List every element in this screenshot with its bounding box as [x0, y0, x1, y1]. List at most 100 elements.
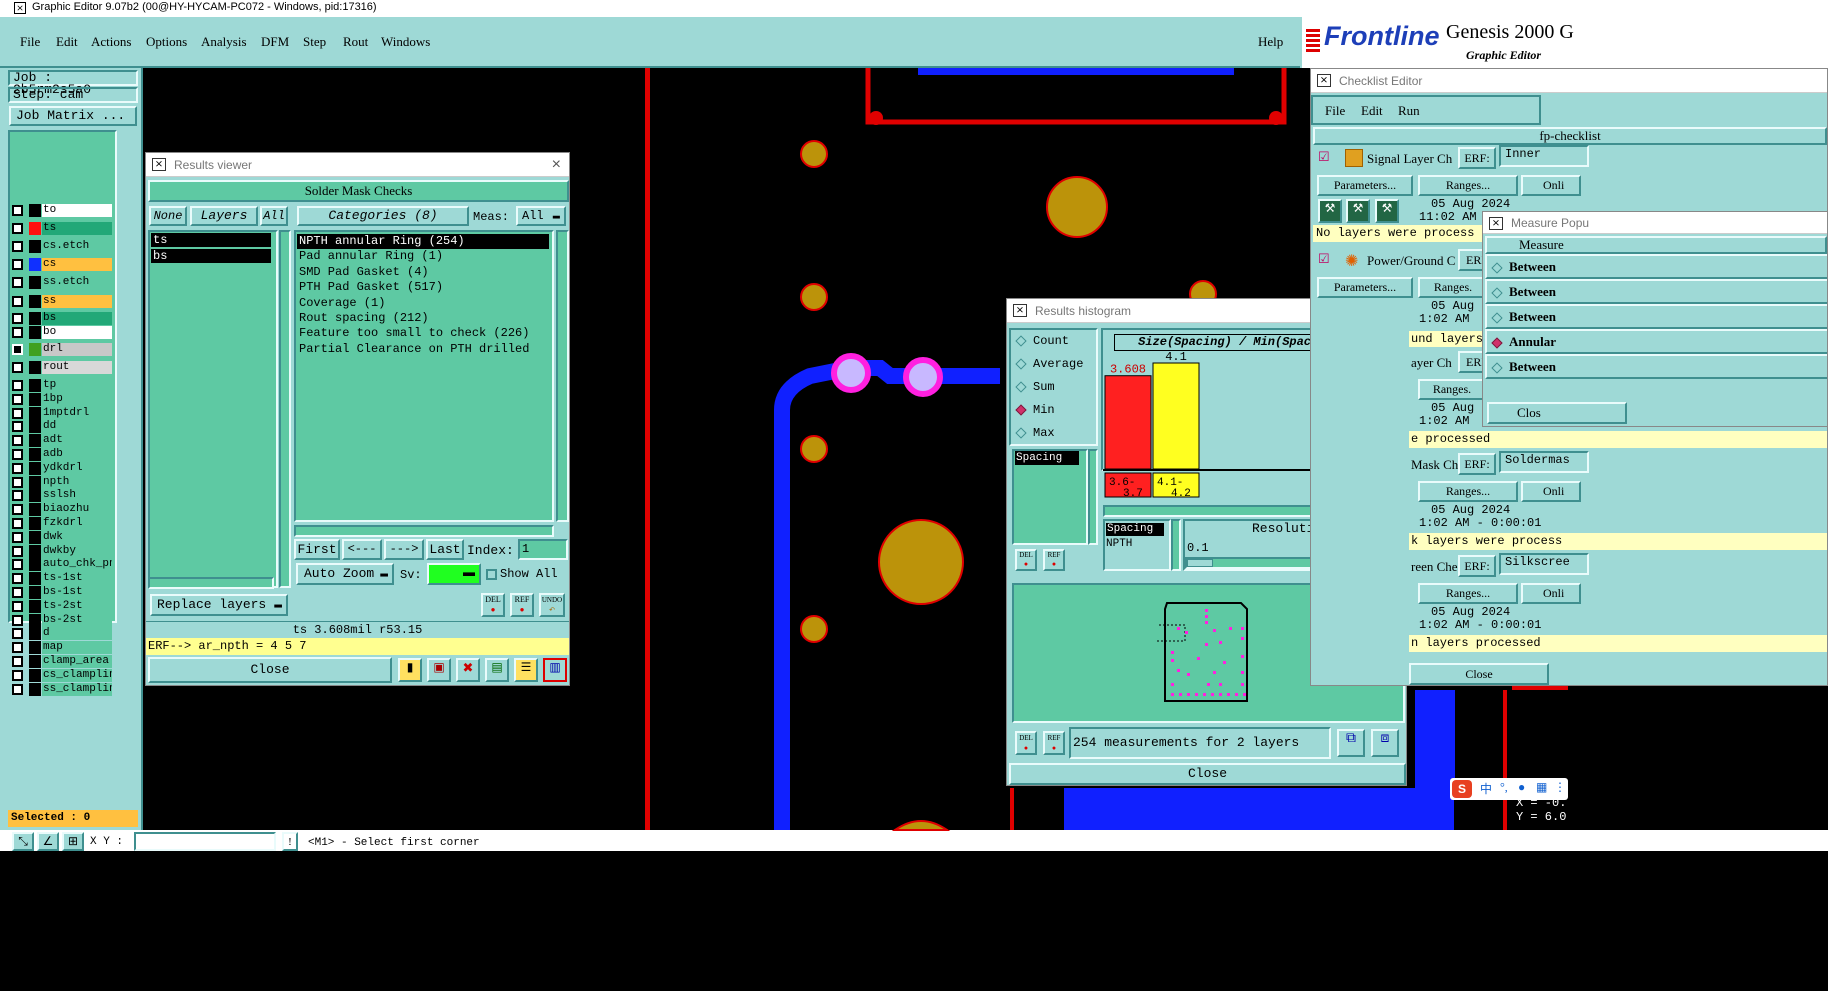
layer-checkbox[interactable]: [12, 277, 23, 288]
menu-options[interactable]: Options: [146, 34, 187, 50]
layer-row-map[interactable]: map: [12, 641, 112, 655]
layer-checkbox[interactable]: [12, 614, 23, 626]
measure-option[interactable]: Annular: [1485, 329, 1827, 354]
run-icon[interactable]: ⚒: [1318, 199, 1342, 223]
layer-checkbox[interactable]: [12, 587, 23, 598]
layer-color-swatch[interactable]: [29, 517, 41, 530]
checkbox-checked-icon[interactable]: ☑: [1318, 251, 1330, 267]
layer-checkbox[interactable]: [12, 642, 23, 654]
layer-checkbox[interactable]: [12, 241, 23, 252]
spacing-type-vscroll[interactable]: [1171, 519, 1181, 571]
layer-color-swatch[interactable]: [29, 295, 41, 308]
ranges-button[interactable]: Ranges...: [1418, 583, 1518, 604]
xy-input[interactable]: [134, 832, 276, 851]
layer-row-ts-1st[interactable]: ts-1st: [12, 572, 112, 586]
spacing-list-item[interactable]: Spacing: [1015, 451, 1079, 465]
ime-lang[interactable]: 中: [1480, 780, 1492, 797]
histogram-close-button[interactable]: Close: [1009, 763, 1406, 785]
slider-handle[interactable]: [1187, 559, 1213, 567]
preview-del-button[interactable]: DEL ●: [1015, 731, 1037, 755]
layer-checkbox[interactable]: [12, 223, 23, 234]
layer-checkbox[interactable]: [12, 490, 23, 502]
alert-button[interactable]: !: [282, 832, 298, 851]
sv-color-dropdown[interactable]: ▬: [427, 563, 481, 585]
layer-color-swatch[interactable]: [29, 361, 41, 374]
meas-dropdown[interactable]: All ▬: [516, 206, 566, 226]
layer-checkbox[interactable]: [12, 518, 23, 529]
last-button[interactable]: Last: [426, 539, 464, 560]
layer-row-cs.etch[interactable]: cs.etch: [12, 240, 112, 253]
ranges-button[interactable]: Ranges.: [1418, 379, 1486, 400]
radio-icon[interactable]: [1491, 262, 1503, 274]
layer-color-swatch[interactable]: [29, 668, 41, 682]
menu-actions[interactable]: Actions: [91, 34, 131, 50]
more-icon[interactable]: ⋮: [1554, 780, 1566, 795]
layer-row-ts-2st[interactable]: ts-2st: [12, 599, 112, 613]
measure-option[interactable]: Between: [1485, 279, 1827, 304]
layer-row-adt[interactable]: adt: [12, 434, 112, 448]
tool-list-button[interactable]: ☰: [514, 658, 538, 682]
stat-option-max[interactable]: Max: [1015, 424, 1083, 447]
layer-checkbox[interactable]: [12, 380, 23, 391]
layer-checkbox[interactable]: [12, 393, 23, 405]
tool-highlight-button[interactable]: ▮: [398, 658, 422, 682]
category-item[interactable]: Partial Clearance on PTH drilled: [297, 342, 549, 357]
category-item[interactable]: NPTH annular Ring (254): [297, 234, 549, 250]
layer-row-to[interactable]: to: [12, 204, 112, 217]
layer-row-rout[interactable]: rout: [12, 361, 112, 374]
categories-button[interactable]: Categories (8): [297, 206, 469, 226]
rv-layer-item[interactable]: bs: [151, 249, 271, 263]
radio-icon[interactable]: [1491, 362, 1503, 374]
radio-icon[interactable]: [1491, 287, 1503, 299]
layer-color-swatch[interactable]: [29, 613, 41, 627]
stat-option-count[interactable]: Count: [1015, 332, 1083, 355]
layer-row-clamp_area[interactable]: clamp_area: [12, 655, 112, 668]
online-button[interactable]: Onli: [1521, 583, 1581, 604]
undo-button[interactable]: UNDO ↶: [539, 593, 565, 617]
layer-color-swatch[interactable]: [29, 276, 41, 289]
menu-file[interactable]: File: [20, 34, 40, 50]
layer-color-swatch[interactable]: [29, 641, 41, 655]
checklist-menu-run[interactable]: Run: [1398, 103, 1420, 119]
category-item[interactable]: PTH Pad Gasket (517): [297, 280, 549, 295]
stat-option-average[interactable]: Average: [1015, 355, 1083, 378]
radio-icon[interactable]: [1015, 381, 1027, 393]
layer-row-fzkdrl[interactable]: fzkdrl: [12, 517, 112, 530]
layer-checkbox[interactable]: [12, 683, 23, 695]
layer-color-swatch[interactable]: [29, 599, 41, 613]
layer-checkbox[interactable]: [12, 449, 23, 460]
layer-checkbox[interactable]: [12, 545, 23, 557]
layer-row-bs[interactable]: bs: [12, 312, 112, 325]
layer-color-swatch[interactable]: [29, 204, 41, 217]
layer-color-swatch[interactable]: [29, 489, 41, 503]
ranges-button[interactable]: Ranges...: [1418, 175, 1518, 196]
erf-input[interactable]: Soldermas: [1499, 451, 1589, 473]
layer-color-swatch[interactable]: [29, 627, 41, 641]
layer-row-bs-1st[interactable]: bs-1st: [12, 586, 112, 599]
npth-type-item[interactable]: NPTH: [1106, 538, 1132, 551]
rv-close-button[interactable]: Close: [148, 657, 392, 683]
layer-color-swatch[interactable]: [29, 379, 41, 392]
layer-color-swatch[interactable]: [29, 258, 41, 271]
stat-option-min[interactable]: Min: [1015, 401, 1083, 424]
erf-input[interactable]: Inner: [1499, 145, 1589, 167]
job-matrix-button[interactable]: Job Matrix ...: [9, 106, 137, 126]
auto-zoom-dropdown[interactable]: Auto Zoom ▬: [296, 563, 394, 585]
online-button[interactable]: Onli: [1521, 481, 1581, 502]
close-icon[interactable]: ×: [552, 153, 561, 177]
none-button[interactable]: None: [149, 206, 187, 226]
erf-input[interactable]: Silkscree: [1499, 553, 1589, 575]
layer-color-swatch[interactable]: [29, 586, 41, 599]
layer-color-swatch[interactable]: [29, 572, 41, 586]
checklist-menu-file[interactable]: File: [1325, 103, 1345, 119]
layer-color-swatch[interactable]: [29, 420, 41, 434]
layer-color-swatch[interactable]: [29, 503, 41, 517]
del-button[interactable]: DEL ●: [481, 593, 505, 617]
layer-list-vscroll[interactable]: [279, 230, 291, 588]
layer-color-swatch[interactable]: [29, 434, 41, 448]
spacing-list-vscroll[interactable]: [1088, 449, 1098, 545]
menu-windows[interactable]: Windows: [381, 34, 430, 50]
parameters-button[interactable]: Parameters...: [1317, 175, 1413, 196]
category-item[interactable]: SMD Pad Gasket (4): [297, 265, 549, 280]
run-icon[interactable]: ⚒: [1375, 199, 1399, 223]
